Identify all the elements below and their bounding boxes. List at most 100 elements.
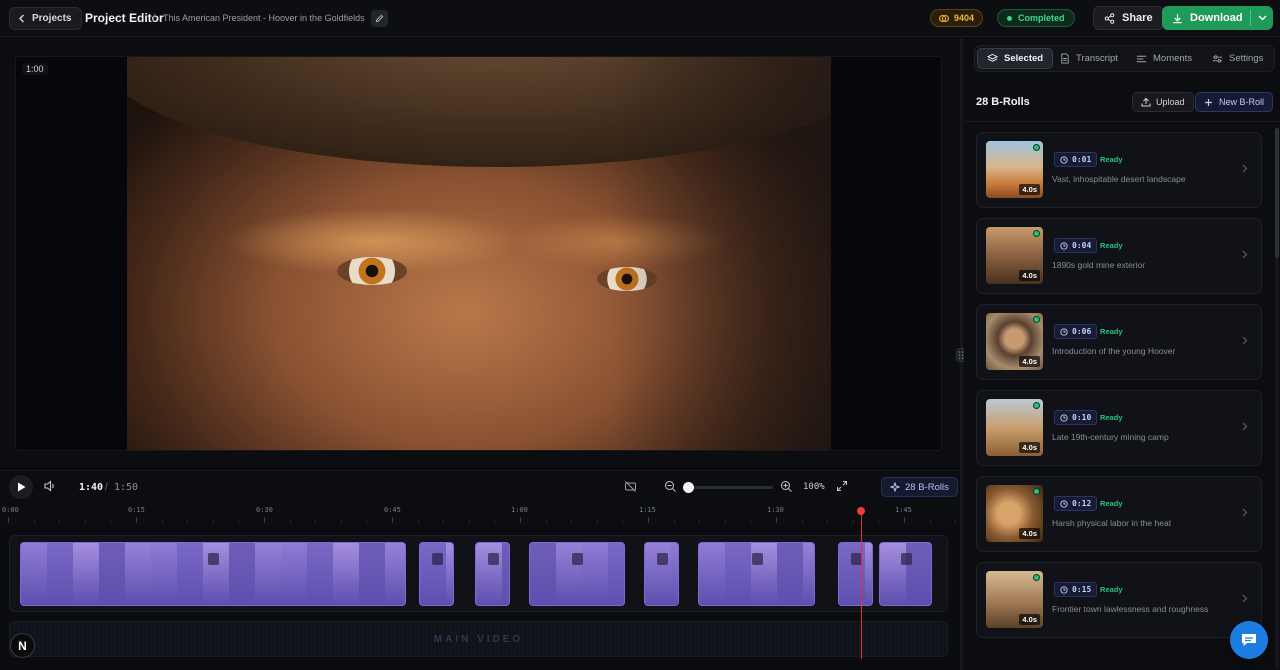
zoom-in-button[interactable] [780,480,793,496]
broll-clip[interactable] [838,542,873,606]
ruler-tick [699,520,701,523]
ruler-tick [750,520,752,523]
pencil-icon [375,14,384,23]
ruler-tick [340,520,342,523]
broll-description: Frontier town lawlessness and roughness [1052,604,1209,614]
ruler-tick [392,517,393,523]
broll-card[interactable]: 4.0s 0:01 Ready Vast, inhospitable deser… [976,132,1262,208]
chat-button[interactable] [1230,621,1268,659]
broll-duration: 4.0s [1019,270,1040,281]
tab-transcript[interactable]: Transcript [1051,48,1127,69]
sliders-icon [1212,54,1223,63]
ruler-tick [315,520,317,523]
clip-frame [699,543,725,605]
main-video-track[interactable]: MAIN VIDEO [9,621,948,657]
avatar[interactable]: N [10,633,35,658]
chevron-right-icon [1242,594,1248,603]
clip-frame [359,543,385,605]
broll-duration: 4.0s [1019,184,1040,195]
ruler-tick [161,520,163,523]
zoom-out-button[interactable] [664,480,677,496]
broll-clip[interactable] [475,542,510,606]
tab-moments[interactable]: Moments [1127,48,1201,69]
clip-frame [229,543,255,605]
status-badge: Completed [997,9,1075,27]
expand-icon [837,481,847,491]
ruler-tick [468,520,470,523]
play-button[interactable] [9,475,33,499]
broll-status: Ready [1100,155,1123,164]
edit-name-button[interactable] [371,10,388,27]
panel-scrollbar[interactable] [1275,128,1279,668]
ruler-tick [366,520,368,523]
download-main[interactable]: Download [1162,12,1250,24]
clip-frame [582,543,608,605]
panel-scrollbar-thumb[interactable] [1275,128,1279,258]
ruler-tick [596,520,598,523]
clip-frame [333,543,359,605]
chevron-right-icon [1242,508,1248,517]
download-options-toggle[interactable] [1251,15,1273,21]
broll-clip[interactable] [529,542,625,606]
clip-frame [99,543,125,605]
broll-clip[interactable] [879,542,932,606]
clip-frame [803,543,814,605]
broll-clip[interactable] [20,542,406,606]
breadcrumb-separator: / [152,11,156,25]
clip-frame [177,543,203,605]
broll-thumbnail: 4.0s [986,571,1043,628]
ruler-tick [110,520,112,523]
share-label: Share [1122,12,1153,24]
tab-selected[interactable]: Selected [977,48,1054,69]
broll-card[interactable]: 4.0s 0:10 Ready Late 19th-century mining… [976,390,1262,466]
tab-settings[interactable]: Settings [1203,48,1272,69]
clip-badge-icon [572,553,583,565]
zoom-slider[interactable] [683,482,773,493]
ruler-tick [622,520,624,523]
broll-duration: 4.0s [1019,442,1040,453]
new-broll-button[interactable]: New B-Roll [1195,92,1274,112]
avatar-letter: N [18,638,27,653]
clip-frame [281,543,307,605]
upload-button[interactable]: Upload [1132,92,1194,112]
ruler-tick [289,520,291,523]
broll-clip[interactable] [698,542,815,606]
clip-frame [73,543,99,605]
broll-time: 0:10 [1072,413,1092,422]
broll-card[interactable]: 4.0s 0:15 Ready Frontier town lawlessnes… [976,562,1262,638]
document-icon [1061,53,1069,64]
video-preview[interactable]: 1:00 [15,56,942,451]
volume-button[interactable] [43,479,57,496]
ruler-tick [187,520,189,523]
clip-badge-icon [656,553,668,565]
broll-card[interactable]: 4.0s 0:06 Ready Introduction of the youn… [976,304,1262,380]
broll-clip[interactable] [419,542,454,606]
broll-time-pill: 0:10 [1054,410,1098,425]
timeline-ruler[interactable]: 0:00 0:15 0:30 0:45 1:00 1:15 1:30 1:45 [0,503,1033,525]
broll-track[interactable] [9,535,948,612]
captions-off-icon [625,481,636,492]
clock-icon [1060,155,1068,164]
broll-card[interactable]: 4.0s 0:12 Ready Harsh physical labor in … [976,476,1262,552]
clip-frame [671,543,678,605]
playhead-handle[interactable] [857,507,865,515]
clip-frame [255,543,281,605]
broll-thumbnail: 4.0s [986,227,1043,284]
broll-clip[interactable] [644,542,679,606]
zoom-slider-knob[interactable] [683,482,694,493]
ruler-tick [571,520,573,523]
broll-card[interactable]: 4.0s 0:04 Ready 1890s gold mine exterior [976,218,1262,294]
share-button[interactable]: Share [1093,6,1164,30]
back-to-projects-button[interactable]: Projects [9,7,83,30]
ruler-tick [929,520,931,523]
ruler-tick [264,517,265,523]
fullscreen-button[interactable] [836,480,848,495]
download-button[interactable]: Download [1162,6,1273,30]
captions-toggle-button[interactable] [624,480,637,496]
broll-description: Late 19th-century mining camp [1052,432,1169,442]
broll-count-button[interactable]: 28 B-Rolls [881,477,958,497]
broll-time-pill: 0:04 [1054,238,1098,253]
broll-description: 1890s gold mine exterior [1052,260,1146,270]
status-label: Completed [1018,13,1065,23]
ruler-tick [417,520,419,523]
